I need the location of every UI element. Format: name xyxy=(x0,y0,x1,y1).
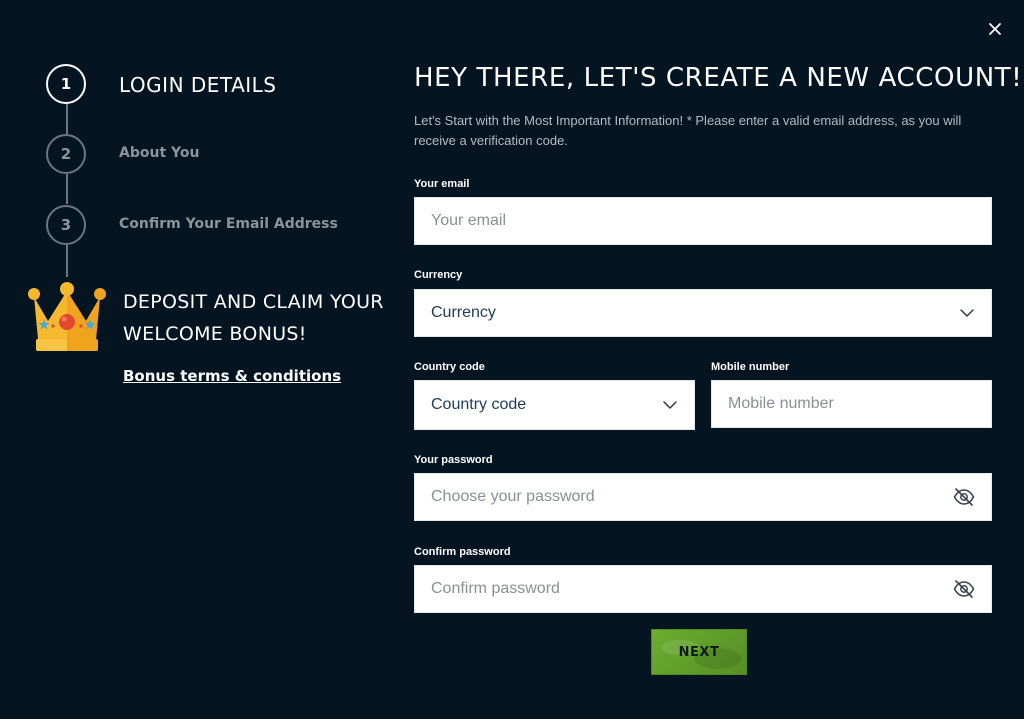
step-2-circle: 2 xyxy=(46,134,86,174)
bonus-heading-line2: WELCOME BONUS! xyxy=(123,323,307,345)
country-code-select[interactable]: Country code xyxy=(414,380,695,430)
close-icon xyxy=(989,23,1001,35)
crown-icon xyxy=(28,282,106,351)
confirm-password-label: Confirm password xyxy=(414,546,511,558)
currency-select[interactable]: Currency xyxy=(414,289,992,337)
step-2-label: About You xyxy=(119,145,200,161)
chevron-down-icon xyxy=(663,401,677,409)
step-1-circle: 1 xyxy=(46,64,86,104)
mobile-number-field[interactable]: Mobile number xyxy=(711,380,992,428)
email-label: Your email xyxy=(414,178,470,190)
next-button[interactable]: NEXT xyxy=(651,629,747,675)
password-placeholder: Choose your password xyxy=(431,488,595,505)
currency-value: Currency xyxy=(431,304,496,321)
confirm-password-field[interactable]: Confirm password xyxy=(414,565,992,613)
email-placeholder: Your email xyxy=(431,212,507,229)
eye-off-icon[interactable] xyxy=(953,579,975,599)
email-field[interactable]: Your email xyxy=(414,197,992,245)
country-code-value: Country code xyxy=(431,396,527,413)
bonus-terms-link[interactable]: Bonus terms & conditions xyxy=(123,367,341,385)
step-connector xyxy=(66,104,68,134)
step-3-circle: 3 xyxy=(46,205,86,245)
bonus-heading-line1: DEPOSIT AND CLAIM YOUR xyxy=(123,291,384,313)
mobile-label: Mobile number xyxy=(711,361,790,373)
step-1-label: LOGIN DETAILS xyxy=(119,73,277,97)
form-subtitle: Let's Start with the Most Important Info… xyxy=(414,113,962,148)
close-button[interactable] xyxy=(984,18,1006,40)
password-label: Your password xyxy=(414,454,493,466)
step-3-label: Confirm Your Email Address xyxy=(119,216,338,232)
currency-label: Currency xyxy=(414,269,463,281)
country-code-label: Country code xyxy=(414,361,485,373)
step-connector xyxy=(66,174,68,204)
chevron-down-icon xyxy=(960,309,974,317)
mobile-placeholder: Mobile number xyxy=(728,395,834,412)
confirm-password-placeholder: Confirm password xyxy=(431,580,560,597)
signup-modal: 1 LOGIN DETAILS 2 About You 3 Confirm Yo… xyxy=(0,0,1024,719)
eye-off-icon[interactable] xyxy=(953,487,975,507)
bonus-heading: DEPOSIT AND CLAIM YOUR WELCOME BONUS! xyxy=(123,286,393,350)
password-field[interactable]: Choose your password xyxy=(414,473,992,521)
step-connector xyxy=(66,245,68,277)
form-title: HEY THERE, LET'S CREATE A NEW ACCOUNT! xyxy=(414,63,1023,93)
